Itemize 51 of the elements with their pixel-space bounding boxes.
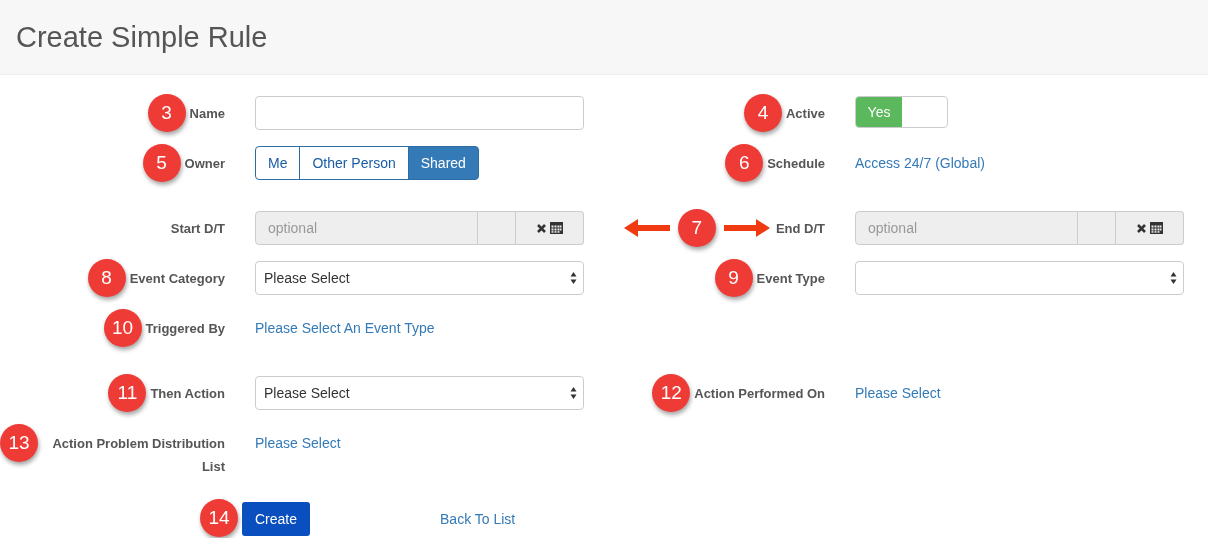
calendar-icon (550, 222, 563, 234)
number-badge: 4 (743, 94, 782, 132)
option-button[interactable]: Me (255, 146, 301, 180)
calendar-icon (1150, 222, 1163, 234)
field-label: Event Type (756, 270, 825, 288)
date-picker-button[interactable] (516, 211, 584, 245)
field-label: Event Category (129, 270, 225, 288)
field-label: Name (189, 105, 225, 123)
field-label: Owner (184, 155, 225, 173)
create-button[interactable]: Create (242, 502, 311, 536)
link[interactable]: Please Select (255, 435, 341, 451)
field-label: Triggered By (145, 320, 225, 338)
page-title: Create Simple Rule (16, 20, 268, 54)
number-badge: 14 (200, 499, 238, 537)
close-icon (1136, 222, 1147, 234)
field-label: Then Action (150, 385, 225, 403)
input-addon (478, 211, 516, 245)
link[interactable]: Please Select An Event Type (255, 320, 435, 336)
select-dropdown[interactable]: Please Select (255, 376, 584, 410)
number-badge: 3 (147, 94, 186, 132)
input-addon (1078, 211, 1116, 245)
field-label: Action Problem Distribution List (51, 435, 225, 476)
date-field[interactable]: optional (255, 211, 478, 245)
number-badge: 10 (103, 309, 142, 347)
date-field[interactable]: optional (855, 211, 1078, 245)
select-dropdown[interactable]: Please Select (255, 261, 584, 295)
text-field[interactable] (255, 96, 584, 130)
date-picker-button[interactable] (1116, 211, 1184, 245)
link[interactable]: Access 24/7 (Global) (855, 155, 985, 171)
field-label: Start D/T (170, 220, 225, 238)
number-badge: 12 (652, 374, 691, 412)
sort-arrows-icon (570, 271, 577, 285)
link[interactable]: Please Select (855, 385, 941, 401)
close-icon (536, 222, 547, 234)
back-link[interactable]: Back To List (440, 511, 516, 527)
number-badge: 8 (87, 259, 126, 297)
toggle-switch[interactable]: Yes (855, 96, 948, 128)
number-badge: 9 (714, 259, 753, 297)
field-label: Schedule (767, 155, 825, 173)
option-button[interactable]: Shared (407, 146, 479, 180)
field-label: Action Performed On (694, 385, 825, 403)
sort-arrows-icon (1170, 271, 1177, 285)
sort-arrows-icon (570, 386, 577, 400)
number-badge: 5 (142, 144, 181, 182)
number-badge: 13 (0, 424, 38, 462)
number-badge: 6 (725, 144, 764, 182)
number-badge: 11 (108, 374, 147, 412)
number-badge: 7 (677, 209, 716, 247)
option-button[interactable]: Other Person (299, 146, 409, 180)
field-label: Active (785, 105, 825, 123)
field-label: End D/T (775, 220, 825, 238)
